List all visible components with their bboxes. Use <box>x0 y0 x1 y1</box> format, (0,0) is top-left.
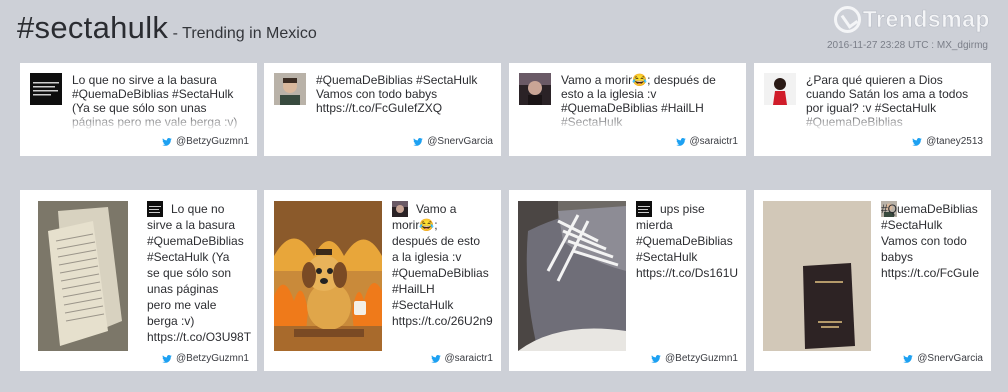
tweet-text: #QuemaDeBiblias #SectaHulk Vamos con tod… <box>316 73 478 115</box>
tweet-author[interactable]: @saraictr1 <box>675 136 739 147</box>
avatar[interactable] <box>519 73 551 105</box>
tweet-handle: @saraictr1 <box>689 136 739 147</box>
tweet-handle: @saraictr1 <box>444 353 494 364</box>
media-tweet-card[interactable]: Vamo a morir😂; después de esto a la igle… <box>264 190 501 371</box>
twitter-bird-icon <box>430 354 441 363</box>
twitter-bird-icon <box>413 137 424 146</box>
trendsmap-logo-text: Trendsmap <box>862 6 990 33</box>
twitter-bird-icon <box>903 354 914 363</box>
media-tweet-card[interactable]: ups pise mierda #QuemaDeBiblias #SectaHu… <box>509 190 746 371</box>
twitter-bird-icon <box>651 354 661 363</box>
tweet-handle: @SnervGarcia <box>427 136 493 147</box>
tweet-author[interactable]: @SnervGarcia <box>903 353 983 364</box>
tweet-author[interactable]: @taney2513 <box>912 136 983 147</box>
tweet-author[interactable]: @BetzyGuzmn1 <box>162 136 249 147</box>
media-tweet-card[interactable]: Lo que no sirve a la basura #QuemaDeBibl… <box>20 190 257 371</box>
tweet-text: #QuemaDeBiblias #SectaHulk Vamos con tod… <box>881 202 980 280</box>
tweet-card[interactable]: #QuemaDeBiblias #SectaHulk Vamos con tod… <box>264 63 501 156</box>
tweet-author[interactable]: @BetzyGuzmn1 <box>651 353 738 364</box>
tweet-text: ups pise mierda #QuemaDeBiblias #SectaHu… <box>636 202 739 280</box>
tweet-handle: @SnervGarcia <box>917 353 983 364</box>
tweet-text: Lo que no sirve a la basura #QuemaDeBibl… <box>147 202 252 344</box>
tweet-text: Vamo a morir😂; después de esto a la igle… <box>392 202 493 328</box>
trending-subtitle: - Trending in Mexico <box>168 25 317 42</box>
tweet-handle: @BetzyGuzmn1 <box>176 353 249 364</box>
this-is-fine-dog-cartoon[interactable] <box>274 201 382 351</box>
tweet-card[interactable]: ¿Para qué quieren a Dios cuando Satán lo… <box>754 63 991 156</box>
tweet-author[interactable]: @saraictr1 <box>430 353 494 364</box>
avatar[interactable] <box>274 73 306 105</box>
avatar[interactable] <box>764 73 796 105</box>
hashtag-title: #sectahulk <box>17 10 169 45</box>
twitter-bird-icon <box>912 137 922 146</box>
tweet-handle: @BetzyGuzmn1 <box>665 353 738 364</box>
trendsmap-logo[interactable]: Trendsmap <box>833 6 990 33</box>
tweet-card[interactable]: Lo que no sirve a la basura #QuemaDeBibl… <box>20 63 257 156</box>
tweet-author[interactable]: @BetzyGuzmn1 <box>162 353 249 364</box>
tweet-handle: @BetzyGuzmn1 <box>176 136 249 147</box>
twitter-bird-icon <box>675 137 686 146</box>
tweet-card[interactable]: Vamo a morir😂; después de esto a la igle… <box>509 63 746 156</box>
avatar[interactable] <box>30 73 62 105</box>
bible-book-photo[interactable] <box>763 201 871 351</box>
tweet-author[interactable]: @SnervGarcia <box>413 136 493 147</box>
timestamp: 2016-11-27 23:28 UTC : MX_dgirmg <box>826 40 988 51</box>
twitter-bird-icon <box>162 137 172 146</box>
tweet-handle: @taney2513 <box>926 136 983 147</box>
torn-pages-photo[interactable] <box>38 201 128 351</box>
trendsmap-logo-icon <box>833 6 861 33</box>
sneaker-photo[interactable] <box>518 201 626 351</box>
media-tweet-card[interactable]: #QuemaDeBiblias #SectaHulk Vamos con tod… <box>754 190 991 371</box>
page-title: #sectahulk - Trending in Mexico <box>17 10 317 46</box>
twitter-bird-icon <box>162 354 172 363</box>
